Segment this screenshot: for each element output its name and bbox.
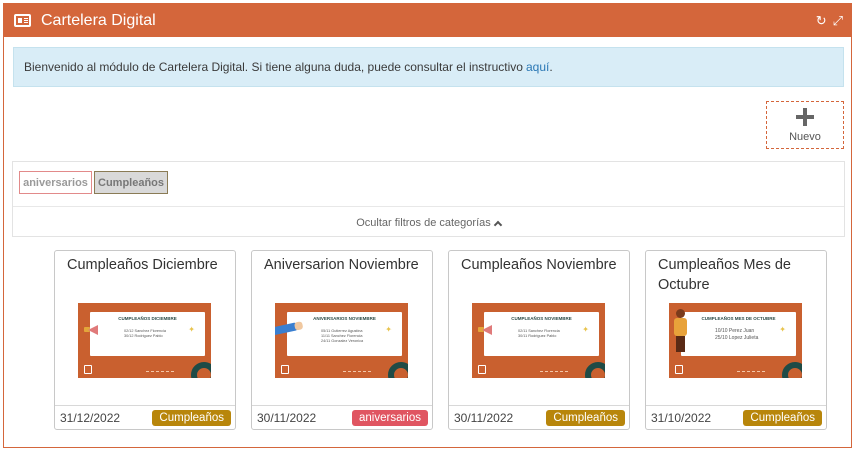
thumbnail-line: 30/11 Rodriguez Pablo: [518, 334, 557, 338]
card-aniversarion-noviembre[interactable]: Aniversarion Noviembre ANIVERSARIOS NOVI…: [251, 250, 433, 430]
thumbnail-line: 25/10 Lopez Julieta: [715, 335, 759, 341]
logo-icon: [478, 365, 486, 374]
welcome-alert: Bienvenido al módulo de Cartelera Digita…: [13, 47, 844, 87]
card-thumbnail[interactable]: CUMPLEAÑOS MES DE OCTUBRE 10/10 Perez Ju…: [669, 303, 802, 378]
card-thumbnail[interactable]: CUMPLEAÑOS DICIEMBRE 02/12 Sanchez Flore…: [78, 303, 211, 378]
card-date: 30/11/2022: [454, 410, 514, 425]
refresh-icon[interactable]: ↻: [816, 14, 827, 27]
card-footer: 30/11/2022 aniversarios: [252, 405, 432, 429]
category-filters: aniversarios Cumpleaños Ocultar filtros …: [12, 161, 845, 237]
category-badge: Cumpleaños: [743, 409, 822, 426]
decorative-wave: [343, 368, 371, 372]
thumbnail-lines: 02/11 Sanchez Florencia 30/11 Rodriguez …: [518, 329, 560, 339]
instructivo-link[interactable]: aquí: [526, 60, 549, 74]
card-date: 30/11/2022: [257, 410, 317, 425]
panel-tools: ↻ ⤢: [816, 14, 851, 27]
category-badge: aniversarios: [352, 409, 428, 426]
card-date: 31/10/2022: [651, 410, 712, 425]
thumbnail-heading: CUMPLEAÑOS MES DE OCTUBRE: [701, 316, 776, 321]
sparkle-icon: ✦: [385, 325, 392, 334]
decorative-circle: [191, 362, 211, 378]
decorative-wave: [540, 368, 568, 372]
thumbnail-panel: CUMPLEAÑOS MES DE OCTUBRE 10/10 Perez Ju…: [681, 312, 796, 356]
card-cumpleanos-diciembre[interactable]: Cumpleaños Diciembre CUMPLEAÑOS DICIEMBR…: [54, 250, 236, 430]
thumbnail-lines: 05/11 Gutierrez Agustina 11/11 Sanchez F…: [321, 329, 363, 344]
thumbnail-panel: CUMPLEAÑOS NOVIEMBRE 02/11 Sanchez Flore…: [484, 312, 599, 356]
card-footer: 31/12/2022 Cumpleaños: [55, 405, 235, 429]
filter-chip-aniversarios[interactable]: aniversarios: [19, 171, 92, 194]
alert-text: Bienvenido al módulo de Cartelera Digita…: [24, 60, 523, 74]
megaphone-icon: [84, 324, 102, 336]
sparkle-icon: ✦: [188, 325, 195, 334]
thumbnail-panel: ANIVERSARIOS NOVIEMBRE 05/11 Gutierrez A…: [287, 312, 402, 356]
category-badge: Cumpleaños: [152, 409, 231, 426]
card-thumbnail[interactable]: ANIVERSARIOS NOVIEMBRE 05/11 Gutierrez A…: [275, 303, 408, 378]
thumbnail-heading: CUMPLEAÑOS DICIEMBRE: [118, 316, 177, 321]
card-thumbnail[interactable]: CUMPLEAÑOS NOVIEMBRE 02/11 Sanchez Flore…: [472, 303, 605, 378]
megaphone-icon: [478, 324, 496, 336]
card-date: 31/12/2022: [60, 410, 121, 425]
card-title: Cumpleaños Mes de Octubre: [658, 257, 791, 293]
new-button[interactable]: Nuevo: [766, 101, 844, 149]
toggle-filters-label: Ocultar filtros de categorías: [356, 217, 491, 229]
toggle-filters-button[interactable]: Ocultar filtros de categorías: [13, 217, 844, 230]
thumbnail-panel: CUMPLEAÑOS DICIEMBRE 02/12 Sanchez Flore…: [90, 312, 205, 356]
category-badge: Cumpleaños: [546, 409, 625, 426]
new-button-label: Nuevo: [789, 130, 821, 143]
sparkle-icon: ✦: [582, 325, 589, 334]
logo-icon: [281, 365, 289, 374]
card-title: Cumpleaños Noviembre: [461, 257, 617, 273]
card-title: Aniversarion Noviembre: [264, 257, 419, 273]
panel-header: Cartelera Digital ↻ ⤢: [4, 4, 851, 37]
newspaper-icon: [14, 14, 31, 27]
logo-icon: [675, 365, 683, 374]
alert-trailing: .: [549, 60, 553, 74]
decorative-circle: [585, 362, 605, 378]
logo-icon: [84, 365, 92, 374]
thumbnail-heading: CUMPLEAÑOS NOVIEMBRE: [511, 316, 572, 321]
decorative-wave: [737, 368, 765, 372]
person-illustration: [672, 309, 688, 353]
filters-divider: [13, 206, 844, 207]
thumbnail-line: 24/11 Gonzalez Veronica: [321, 339, 364, 343]
card-cumpleanos-noviembre[interactable]: Cumpleaños Noviembre CUMPLEAÑOS NOVIEMBR…: [448, 250, 630, 430]
expand-icon[interactable]: ⤢: [833, 14, 843, 27]
decorative-circle: [388, 362, 408, 378]
panel-title: Cartelera Digital: [41, 11, 156, 29]
card-cumpleanos-octubre[interactable]: Cumpleaños Mes de Octubre CUMPLEAÑOS MES…: [645, 250, 827, 430]
filter-chip-cumpleanos[interactable]: Cumpleaños: [94, 171, 168, 194]
card-footer: 31/10/2022 Cumpleaños: [646, 405, 826, 429]
thumbnail-heading: ANIVERSARIOS NOVIEMBRE: [313, 316, 376, 321]
thumbnail-lines: 10/10 Perez Juan 25/10 Lopez Julieta: [715, 328, 758, 342]
thumbnail-line: 30/12 Rodriguez Pablo: [124, 334, 163, 338]
thumbnail-line: 10/10 Perez Juan: [715, 328, 755, 334]
card-title: Cumpleaños Diciembre: [67, 257, 218, 273]
sparkle-icon: ✦: [779, 325, 786, 334]
chevron-up-icon: [493, 220, 502, 230]
decorative-wave: [146, 368, 174, 372]
decorative-circle: [782, 362, 802, 378]
card-footer: 30/11/2022 Cumpleaños: [449, 405, 629, 429]
plus-icon: [796, 107, 814, 126]
thumbnail-lines: 02/12 Sanchez Florencia 30/12 Rodriguez …: [124, 329, 166, 339]
